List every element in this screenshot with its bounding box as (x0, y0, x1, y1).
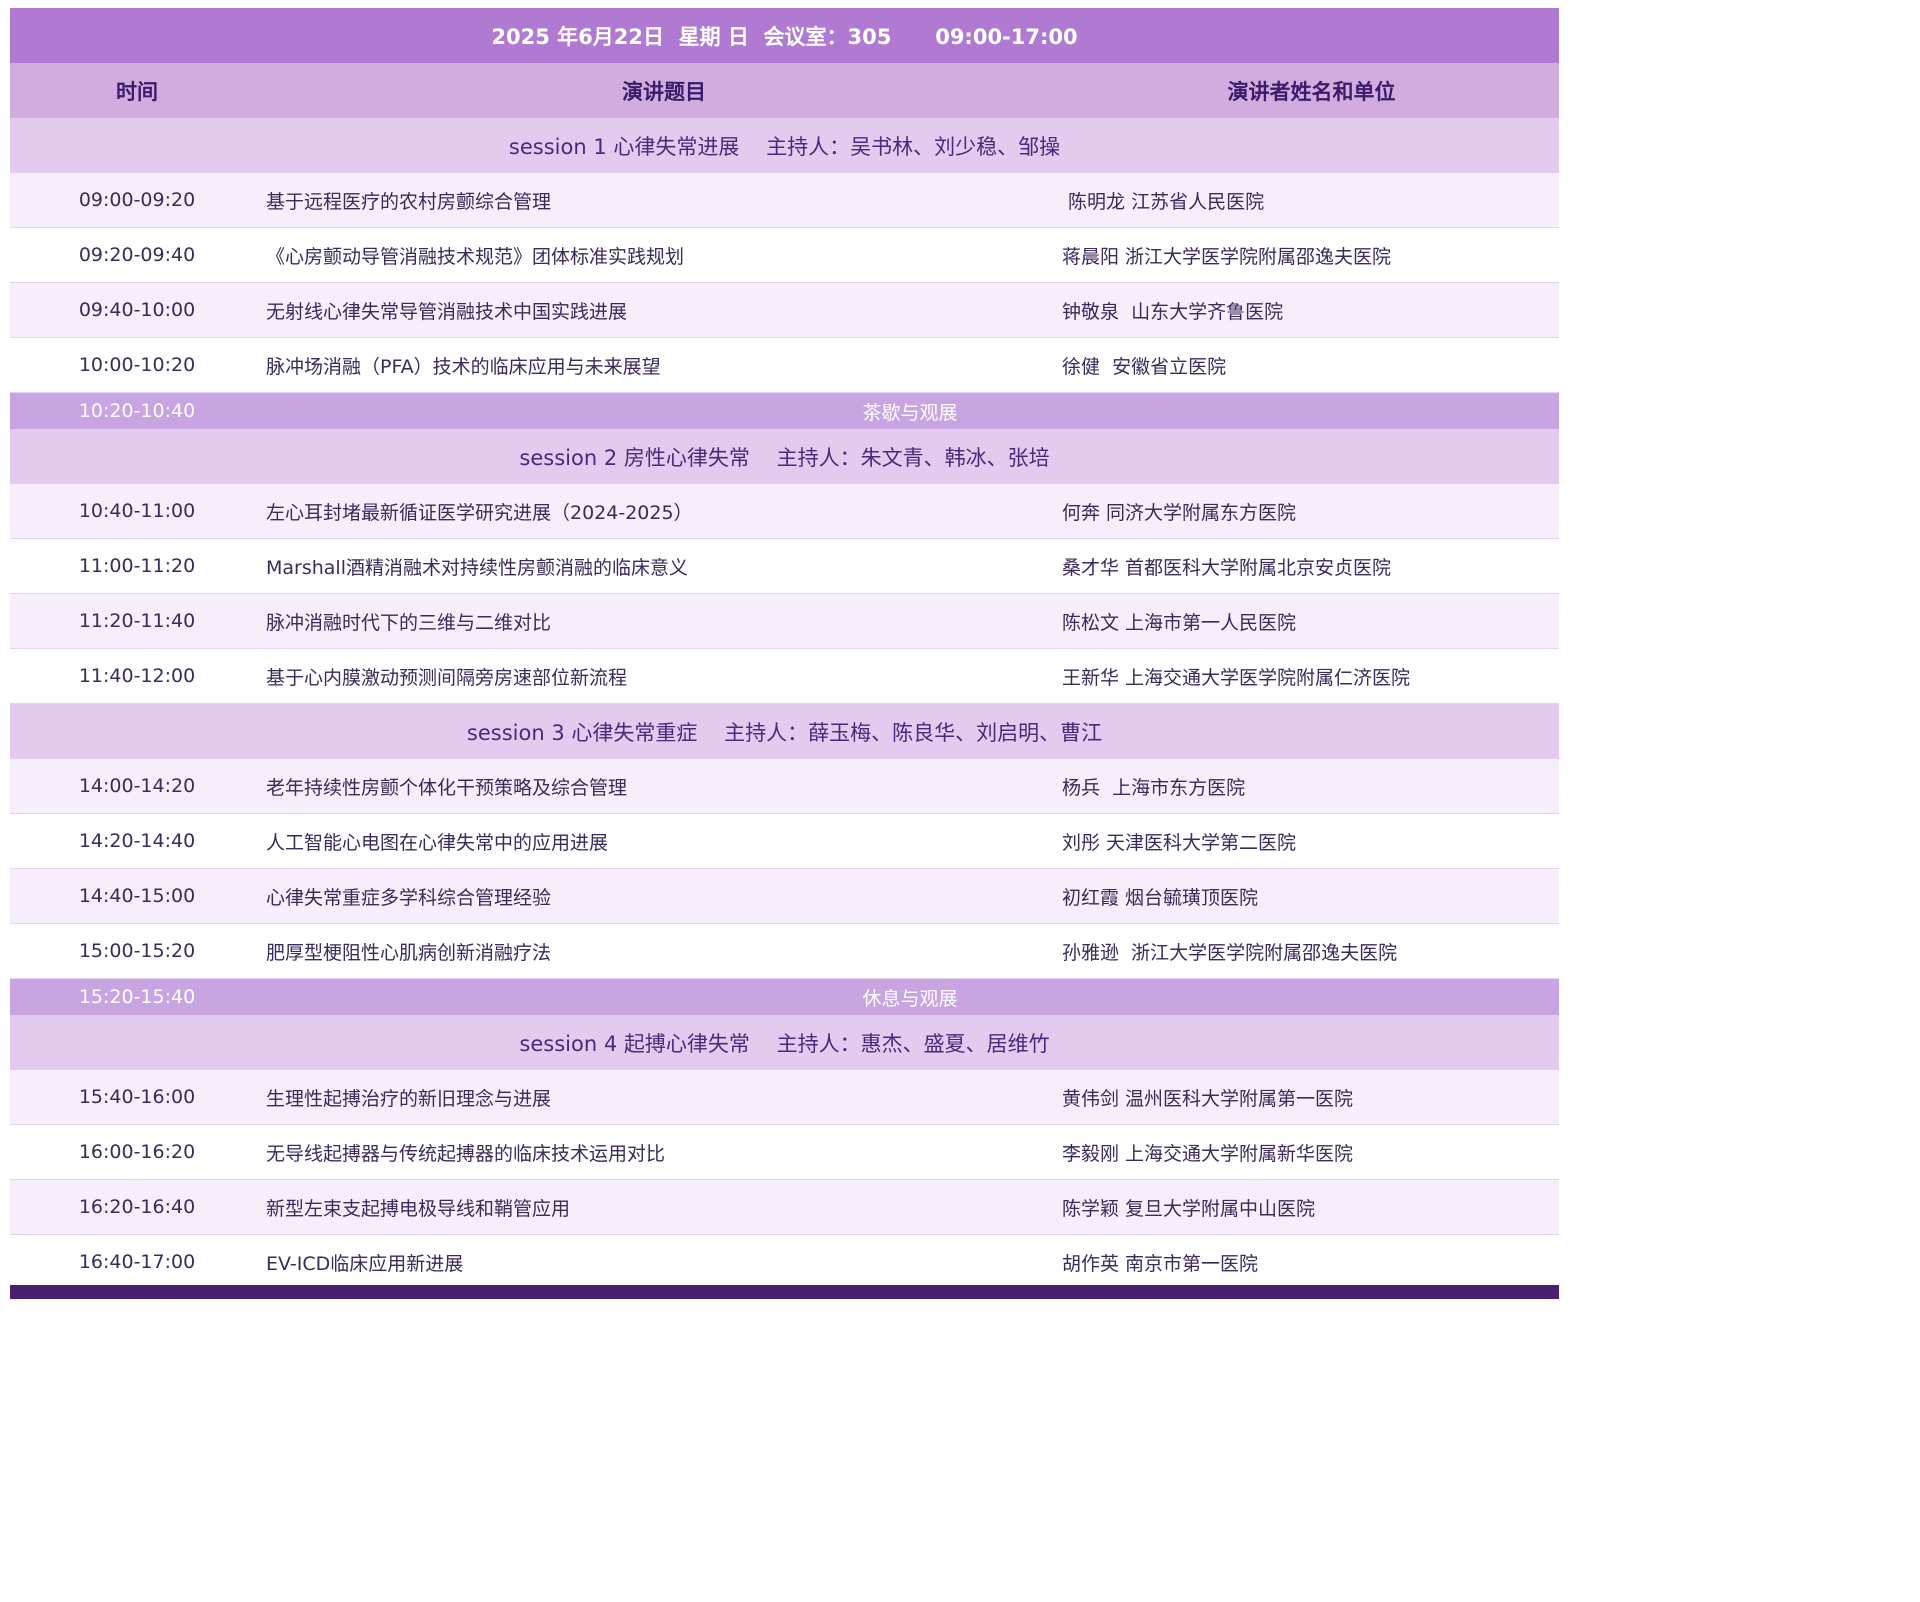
talk-speaker: 孙雅逊 浙江大学医学院附属邵逸夫医院 (1062, 941, 1398, 964)
talk-topic: 肥厚型梗阻性心肌病创新消融疗法 (266, 941, 552, 964)
talk-row: 14:40-15:00 心律失常重症多学科综合管理经验 初红霞 烟台毓璜顶医院 (10, 869, 1559, 924)
talk-topic: 新型左束支起搏电极导线和鞘管应用 (266, 1197, 571, 1220)
talk-time: 09:40-10:00 (78, 299, 196, 321)
talk-time: 14:40-15:00 (78, 885, 196, 907)
talk-row: 09:40-10:00 无射线心律失常导管消融技术中国实践进展 钟敬泉 山东大学齐鲁… (10, 283, 1559, 338)
talk-time: 09:00-09:20 (78, 189, 196, 211)
talk-topic: 左心耳封堵最新循证医学研究进展（2024-2025） (266, 501, 693, 524)
talk-time: 16:20-16:40 (78, 1196, 196, 1218)
talk-time: 16:40-17:00 (78, 1251, 196, 1273)
talk-row: 16:40-17:00 EV-ICD临床应用新进展 胡作英 南京市第一医院 (10, 1235, 1559, 1290)
talk-speaker: 杨兵 上海市东方医院 (1062, 776, 1246, 799)
talk-topic: 人工智能心电图在心律失常中的应用进展 (266, 831, 609, 854)
talk-topic: EV-ICD临床应用新进展 (266, 1252, 464, 1275)
talk-speaker: 初红霞 烟台毓璜顶医院 (1062, 886, 1259, 909)
talk-row: 15:00-15:20 肥厚型梗阻性心肌病创新消融疗法 孙雅逊 浙江大学医学院附属邵… (10, 924, 1559, 979)
talk-topic: 基于远程医疗的农村房颤综合管理 (266, 190, 552, 213)
talk-row: 09:20-09:40 《心房颤动导管消融技术规范》团体标准实践规划 蒋晨阳 浙江大… (10, 228, 1559, 283)
talk-topic: 基于心内膜激动预测间隔旁房速部位新流程 (266, 666, 628, 689)
break-label: 茶歇与观展 (862, 401, 958, 424)
talk-time: 10:00-10:20 (78, 354, 196, 376)
break-row: 15:20-15:40 休息与观展 (10, 979, 1559, 1015)
talk-row: 16:20-16:40 新型左束支起搏电极导线和鞘管应用 陈学颖 复旦大学附属中山医… (10, 1180, 1559, 1235)
talk-topic: 心律失常重症多学科综合管理经验 (266, 886, 552, 909)
talk-time: 14:20-14:40 (78, 830, 196, 852)
header-time: 时间 (116, 79, 158, 104)
break-time: 10:20-10:40 (78, 400, 196, 422)
talk-speaker: 黄伟剑 温州医科大学附属第一医院 (1062, 1087, 1354, 1110)
talk-time: 11:40-12:00 (78, 665, 196, 687)
talk-speaker: 陈明龙 江苏省人民医院 (1062, 190, 1265, 213)
talk-row: 15:40-16:00 生理性起搏治疗的新旧理念与进展 黄伟剑 温州医科大学附属第一… (10, 1070, 1559, 1125)
talk-time: 10:40-11:00 (78, 500, 196, 522)
talk-topic: Marshall酒精消融术对持续性房颤消融的临床意义 (266, 556, 688, 579)
talk-topic: 无射线心律失常导管消融技术中国实践进展 (266, 300, 628, 323)
footer-bar (10, 1285, 1559, 1299)
talk-speaker: 蒋晨阳 浙江大学医学院附属邵逸夫医院 (1062, 245, 1392, 268)
talk-row: 11:40-12:00 基于心内膜激动预测间隔旁房速部位新流程 王新华 上海交通大学… (10, 649, 1559, 704)
table-header: 时间 演讲题目 演讲者姓名和单位 (10, 63, 1559, 118)
session-header: session 4 起搏心律失常 主持人：惠杰、盛夏、居维竹 (10, 1015, 1559, 1070)
talk-time: 11:00-11:20 (78, 555, 196, 577)
header-speaker: 演讲者姓名和单位 (1227, 79, 1396, 104)
talk-speaker: 徐健 安徽省立医院 (1062, 355, 1227, 378)
talk-speaker: 陈学颖 复旦大学附属中山医院 (1062, 1197, 1316, 1220)
talk-row: 09:00-09:20 基于远程医疗的农村房颤综合管理 陈明龙 江苏省人民医院 (10, 173, 1559, 228)
talk-row: 11:20-11:40 脉冲消融时代下的三维与二维对比 陈松文 上海市第一人民医院 (10, 594, 1559, 649)
talk-row: 11:00-11:20 Marshall酒精消融术对持续性房颤消融的临床意义 桑才华… (10, 539, 1559, 594)
talk-topic: 无导线起搏器与传统起搏器的临床技术运用对比 (266, 1142, 666, 1165)
talk-time: 11:20-11:40 (78, 610, 196, 632)
talk-speaker: 陈松文 上海市第一人民医院 (1062, 611, 1297, 634)
talk-speaker: 钟敬泉 山东大学齐鲁医院 (1062, 300, 1284, 323)
break-time: 15:20-15:40 (78, 986, 196, 1008)
schedule-table: 2025 年6月22日 星期 日 会议室：305 09:00-17:00 时间 … (10, 8, 1559, 1290)
talk-topic: 《心房颤动导管消融技术规范》团体标准实践规划 (266, 245, 685, 268)
talk-time: 15:00-15:20 (78, 940, 196, 962)
talk-row: 14:00-14:20 老年持续性房颤个体化干预策略及综合管理 杨兵 上海市东方医院 (10, 759, 1559, 814)
talk-speaker: 何奔 同济大学附属东方医院 (1062, 501, 1297, 524)
talk-topic: 脉冲消融时代下的三维与二维对比 (266, 611, 552, 634)
schedule-title: 2025 年6月22日 星期 日 会议室：305 09:00-17:00 (10, 8, 1559, 63)
talk-row: 10:40-11:00 左心耳封堵最新循证医学研究进展（2024-2025） 何奔 … (10, 484, 1559, 539)
talk-speaker: 胡作英 南京市第一医院 (1062, 1252, 1259, 1275)
break-row: 10:20-10:40 茶歇与观展 (10, 393, 1559, 429)
schedule-rows: session 1 心律失常进展 主持人：吴书林、刘少稳、邹操 09:00-09:… (10, 118, 1559, 1290)
talk-time: 16:00-16:20 (78, 1141, 196, 1163)
talk-topic: 脉冲场消融（PFA）技术的临床应用与未来展望 (266, 355, 661, 378)
header-topic: 演讲题目 (622, 79, 706, 104)
talk-topic: 老年持续性房颤个体化干预策略及综合管理 (266, 776, 628, 799)
talk-row: 16:00-16:20 无导线起搏器与传统起搏器的临床技术运用对比 李毅刚 上海交通… (10, 1125, 1559, 1180)
talk-speaker: 桑才华 首都医科大学附属北京安贞医院 (1062, 556, 1392, 579)
talk-speaker: 李毅刚 上海交通大学附属新华医院 (1062, 1142, 1354, 1165)
break-label: 休息与观展 (862, 987, 958, 1010)
talk-time: 09:20-09:40 (78, 244, 196, 266)
session-header: session 2 房性心律失常 主持人：朱文青、韩冰、张培 (10, 429, 1559, 484)
session-header: session 1 心律失常进展 主持人：吴书林、刘少稳、邹操 (10, 118, 1559, 173)
talk-row: 14:20-14:40 人工智能心电图在心律失常中的应用进展 刘彤 天津医科大学第二… (10, 814, 1559, 869)
talk-speaker: 刘彤 天津医科大学第二医院 (1062, 831, 1297, 854)
talk-time: 14:00-14:20 (78, 775, 196, 797)
talk-topic: 生理性起搏治疗的新旧理念与进展 (266, 1087, 552, 1110)
talk-time: 15:40-16:00 (78, 1086, 196, 1108)
talk-row: 10:00-10:20 脉冲场消融（PFA）技术的临床应用与未来展望 徐健 安徽省立… (10, 338, 1559, 393)
talk-speaker: 王新华 上海交通大学医学院附属仁济医院 (1062, 666, 1411, 689)
session-header: session 3 心律失常重症 主持人：薛玉梅、陈良华、刘启明、曹江 (10, 704, 1559, 759)
